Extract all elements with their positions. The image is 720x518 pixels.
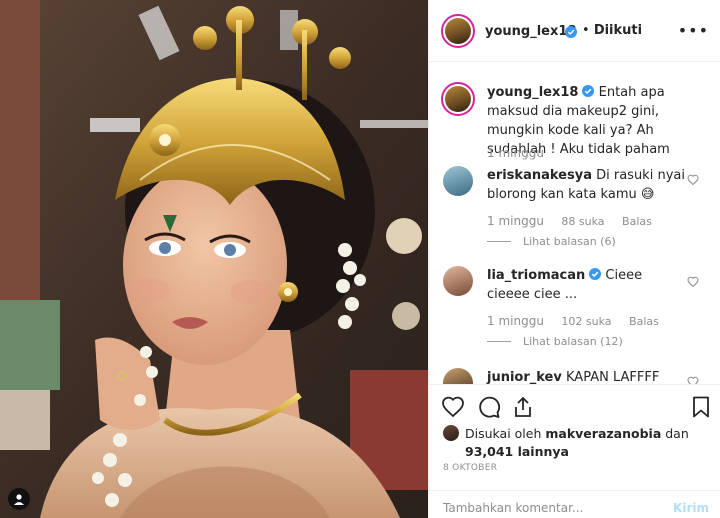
comment-avatar[interactable] (443, 266, 473, 296)
post-actions: Disukai oleh makverazanobia dan 93,041 l… (429, 384, 720, 473)
view-replies-label: Lihat balasan (12) (523, 335, 623, 348)
comment-time[interactable]: 1 minggu (487, 314, 544, 328)
view-replies-button[interactable]: Lihat balasan (6) (487, 235, 616, 248)
comment-input[interactable]: Tambahkan komentar... (443, 501, 583, 515)
likes-others-count[interactable]: 93,041 lainnya (465, 444, 569, 459)
view-replies-label: Lihat balasan (6) (523, 235, 616, 248)
share-icon[interactable] (511, 395, 535, 419)
likes-summary: Disukai oleh makverazanobia dan 93,041 l… (465, 425, 705, 461)
instagram-post: young_lex18 • Diikuti ••• young_lex18 En… (0, 0, 720, 518)
post-comment-button[interactable]: Kirim (673, 501, 709, 515)
add-comment-bar: Tambahkan komentar... Kirim (429, 490, 720, 518)
comment-text: KAPAN LAFFFF (566, 370, 660, 384)
post-header: young_lex18 • Diikuti ••• (429, 0, 720, 62)
caption-username[interactable]: young_lex18 (487, 85, 578, 100)
caption-time[interactable]: 1 minggu (487, 146, 544, 160)
heart-icon[interactable] (687, 276, 699, 288)
likes-prefix: Disukai oleh (465, 426, 542, 441)
comment-meta: 1 minggu 102 suka Balas (487, 314, 673, 328)
following-label: Diikuti (593, 23, 643, 38)
author-username[interactable]: young_lex18 (485, 24, 576, 39)
comment-item: junior_kev KAPAN LAFFFF (487, 368, 687, 384)
comment-icon[interactable] (477, 395, 501, 419)
follow-status[interactable]: • Diikuti (582, 23, 642, 38)
comment-username[interactable]: eriskanakesya (487, 168, 592, 183)
replies-line (487, 341, 511, 342)
comment-like-count[interactable]: 102 suka (561, 315, 611, 328)
likes-conjunction: dan (665, 426, 689, 441)
reply-button[interactable]: Balas (629, 315, 659, 328)
separator-dot: • (582, 23, 590, 38)
bookmark-icon[interactable] (689, 395, 713, 419)
user-tag-icon[interactable] (8, 488, 30, 510)
comments-list[interactable]: young_lex18 Entah apa maksud dia makeup2… (429, 62, 720, 384)
comment-avatar[interactable] (443, 166, 473, 196)
replies-line (487, 241, 511, 242)
reply-button[interactable]: Balas (622, 215, 652, 228)
verified-badge-icon (565, 26, 577, 38)
comment-username[interactable]: junior_kev (487, 370, 562, 384)
comment-item: eriskanakesya Di rasuki nyai blorong kan… (487, 166, 687, 204)
liker-username[interactable]: makverazanobia (545, 426, 661, 441)
verified-badge-icon (582, 85, 595, 97)
comment-time[interactable]: 1 minggu (487, 214, 544, 228)
comment-emoji: 😅 (640, 187, 655, 202)
post-side-panel: young_lex18 • Diikuti ••• young_lex18 En… (428, 0, 720, 518)
verified-badge-icon (589, 268, 602, 280)
comment-avatar[interactable] (443, 368, 473, 384)
bride-photo-illustration (0, 0, 428, 518)
view-replies-button[interactable]: Lihat balasan (12) (487, 335, 623, 348)
more-options-icon[interactable]: ••• (678, 23, 709, 39)
heart-icon[interactable] (441, 395, 465, 419)
heart-icon[interactable] (687, 174, 699, 186)
liker-avatar[interactable] (443, 425, 459, 441)
comment-item: lia_triomacan Cieee cieeee ciee ... (487, 266, 687, 304)
heart-icon[interactable] (687, 376, 699, 384)
comment-meta: 1 minggu 88 suka Balas (487, 214, 666, 228)
caption-author-avatar[interactable] (441, 82, 475, 116)
comment-like-count[interactable]: 88 suka (561, 215, 604, 228)
post-photo[interactable] (0, 0, 428, 518)
post-date[interactable]: 8 OKTOBER (443, 463, 497, 473)
comment-username[interactable]: lia_triomacan (487, 268, 585, 283)
author-avatar[interactable] (441, 14, 475, 48)
